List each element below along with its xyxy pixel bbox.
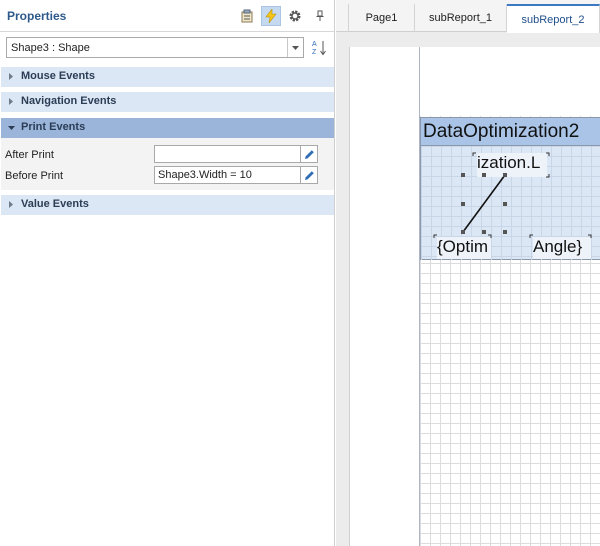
selected-shape-overlay[interactable]	[421, 146, 600, 260]
before-print-label: Before Print	[5, 170, 64, 182]
pencil-icon	[304, 149, 314, 159]
before-print-edit-button[interactable]	[301, 166, 318, 184]
object-selector-value: Shape3 : Shape	[11, 42, 90, 54]
chevron-right-icon	[9, 73, 13, 80]
category-label: Value Events	[21, 198, 89, 210]
category-mouse-events[interactable]: Mouse Events	[1, 67, 334, 87]
after-print-input[interactable]	[154, 145, 301, 163]
report-page-canvas[interactable]: DataOptimization2 ization.L {Optim Angle…	[349, 47, 600, 546]
events-button[interactable]	[261, 6, 281, 26]
print-events-properties: After Print Before Print	[1, 138, 334, 190]
lightning-icon	[265, 9, 277, 23]
pin-icon	[316, 10, 324, 21]
data-band[interactable]: DataOptimization2 ization.L {Optim Angle…	[420, 117, 600, 260]
svg-text:Z: Z	[312, 49, 317, 56]
band-body[interactable]: ization.L {Optim Angle}	[421, 146, 600, 260]
category-navigation-events[interactable]: Navigation Events	[1, 92, 334, 112]
band-title: DataOptimization2	[423, 121, 580, 142]
categorized-button[interactable]	[237, 6, 257, 26]
categorized-icon	[241, 9, 253, 23]
chevron-right-icon	[9, 98, 13, 105]
after-print-edit-button[interactable]	[301, 145, 318, 163]
category-label: Mouse Events	[21, 70, 95, 82]
before-print-input[interactable]	[154, 166, 301, 184]
band-header[interactable]: DataOptimization2	[421, 118, 600, 146]
properties-panel: Properties Shape3: Shape A Z Mouse Even…	[0, 0, 335, 546]
chevron-down-icon	[8, 126, 15, 130]
tab-page1[interactable]: Page1	[348, 4, 415, 32]
shape-line	[462, 174, 506, 233]
tab-subreport-1[interactable]: subReport_1	[415, 4, 507, 32]
sort-az-icon: A Z	[312, 41, 326, 56]
after-print-label: After Print	[5, 149, 54, 161]
object-selector-dropdown[interactable]	[287, 38, 303, 57]
designer-tab-bar: Page1 subReport_1 subReport_2	[336, 0, 600, 33]
category-label: Navigation Events	[21, 95, 117, 107]
category-value-events[interactable]: Value Events	[1, 195, 334, 215]
properties-header: Properties	[0, 0, 335, 32]
pencil-icon	[304, 170, 314, 180]
category-print-events[interactable]: Print Events	[1, 118, 334, 138]
chevron-right-icon	[9, 201, 13, 208]
page-margin-left	[350, 47, 420, 546]
report-designer: Page1 subReport_1 subReport_2 DataOptimi…	[336, 0, 600, 546]
pin-button[interactable]	[310, 6, 330, 26]
chevron-down-icon	[292, 45, 299, 50]
gear-icon	[289, 10, 301, 22]
category-label: Print Events	[21, 121, 86, 133]
settings-button[interactable]	[285, 6, 305, 26]
sort-alphabetical-button[interactable]: A Z	[310, 38, 330, 58]
object-selector[interactable]: Shape3 : Shape	[6, 37, 304, 58]
tab-subreport-2[interactable]: subReport_2	[507, 4, 600, 33]
properties-title: Properties	[7, 9, 67, 23]
svg-text:A: A	[312, 41, 317, 48]
